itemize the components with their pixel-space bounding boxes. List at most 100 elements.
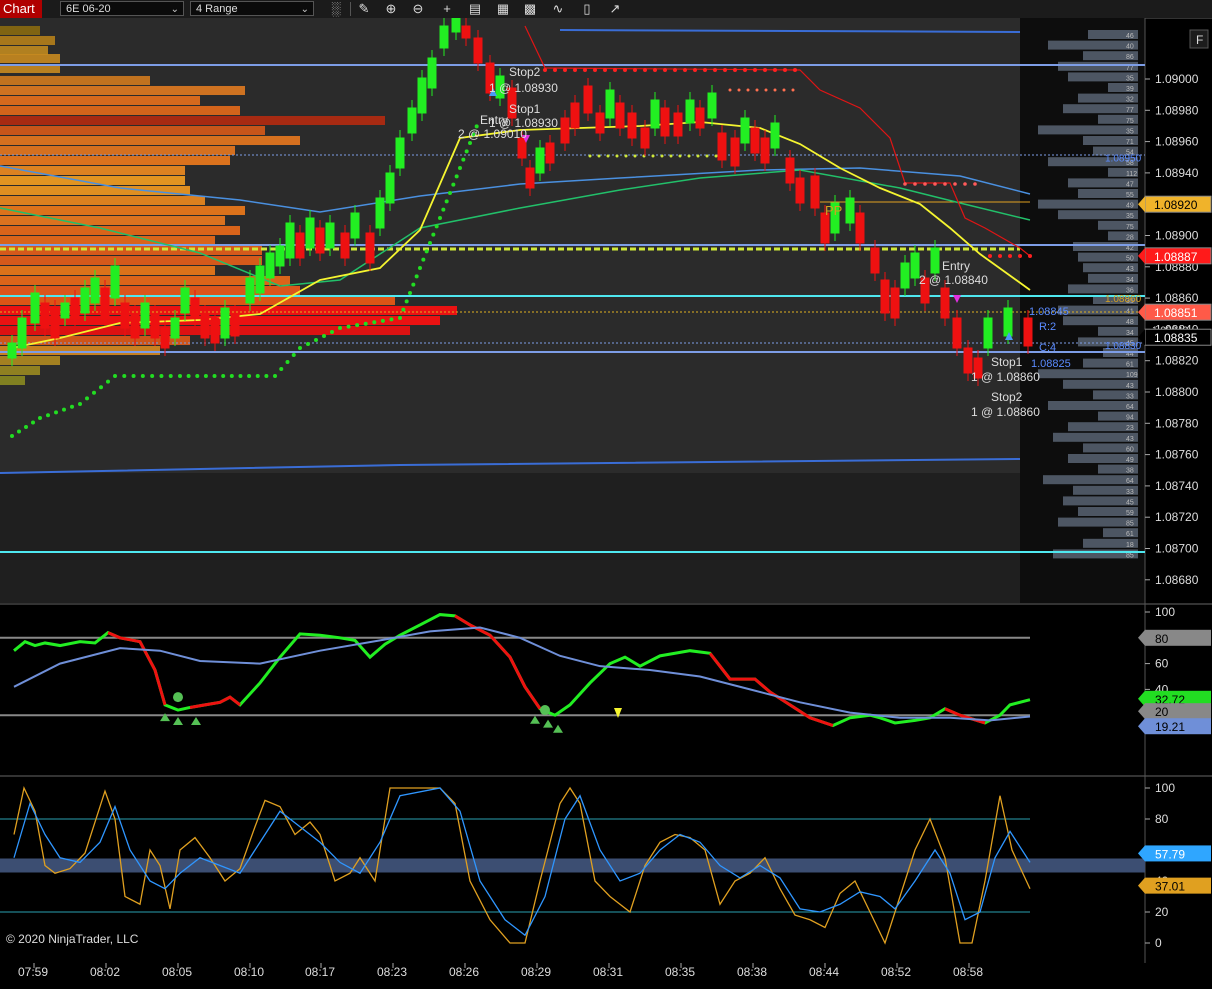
trail-stop-dot	[763, 68, 767, 72]
ladder-bar	[1043, 475, 1138, 485]
trail-stop-dot	[203, 374, 208, 378]
trail-stop-dot	[46, 413, 50, 418]
properties-icon[interactable]: ▦	[493, 0, 513, 18]
trail-stop-dot	[573, 68, 577, 72]
zoom-in-icon[interactable]: ⊕	[381, 0, 401, 18]
price-tick-label: 1.08940	[1155, 166, 1199, 180]
crosshair-icon[interactable]: +	[437, 0, 457, 18]
instrument-selector-value: 6E 06-20	[66, 3, 111, 15]
trail-stop-dot	[255, 374, 260, 378]
profile-bar	[0, 136, 300, 145]
ladder-count: 35	[1126, 75, 1134, 82]
trail-stop-dot	[683, 68, 687, 72]
instrument-selector[interactable]: 6E 06-20 ⌄	[60, 1, 184, 16]
profile-bar	[0, 36, 55, 45]
candle-body	[439, 25, 449, 49]
profile-bar	[0, 54, 60, 63]
chart-canvas[interactable]: 4640867735393277753571545811247554935752…	[0, 18, 1212, 989]
zoom-out-icon[interactable]: ⊖	[408, 0, 428, 18]
profile-bar	[0, 206, 245, 215]
candle-body	[560, 117, 570, 144]
ladder-count: 34	[1126, 330, 1134, 337]
trail-stop-dot	[122, 374, 127, 378]
bar-type-selector[interactable]: 4 Range ⌄	[190, 1, 314, 16]
candle-body	[427, 57, 437, 89]
price-tick-label: 1.08960	[1155, 135, 1199, 149]
stop1-top-title: Stop1	[509, 102, 541, 116]
trail-stop-dot	[973, 182, 977, 186]
band-dot	[773, 88, 777, 92]
ladder-count: 42	[1126, 245, 1134, 252]
candle-body	[80, 287, 90, 314]
candle-body	[417, 77, 427, 114]
ladder-count: 50	[1126, 256, 1134, 263]
candle-body	[230, 312, 240, 337]
candle-body	[200, 312, 210, 339]
order-r-label: R:2	[1039, 321, 1056, 333]
candle-body	[180, 287, 190, 314]
candle-body	[275, 245, 285, 267]
time-tick-label: 08:26	[449, 965, 479, 979]
data-box-icon[interactable]: ▤	[465, 0, 485, 18]
trail-stop-dot	[363, 321, 368, 326]
price-marker-label: 1.08920	[1154, 198, 1198, 212]
stop2-right-title: Stop2	[991, 390, 1023, 404]
trail-stop-dot	[603, 68, 607, 72]
ladder-count: 112	[1126, 171, 1137, 178]
ladder-count: 60	[1126, 446, 1134, 453]
ladder-count: 49	[1126, 203, 1134, 210]
trail-stop-dot	[140, 374, 145, 378]
trail-stop-dot	[10, 434, 14, 438]
trail-stop-dot	[613, 68, 617, 72]
trail-stop-dot	[461, 157, 466, 162]
candle-body	[285, 222, 295, 259]
candle-body	[595, 112, 605, 134]
bar-style-icon[interactable]: ░	[326, 0, 346, 18]
indicators-icon[interactable]: ▩	[520, 0, 540, 18]
share-icon[interactable]: ↗	[605, 0, 625, 18]
ladder-count: 43	[1126, 383, 1134, 390]
candle-body	[210, 317, 220, 344]
trail-stop-dot	[411, 282, 416, 287]
ladder-count: 46	[1126, 33, 1134, 40]
time-tick-label: 08:10	[234, 965, 264, 979]
time-tick-label: 08:52	[881, 965, 911, 979]
candle-body	[535, 147, 545, 174]
band-dot	[737, 88, 741, 92]
ladder-count: 85	[1126, 521, 1134, 528]
trail-stop-dot	[713, 68, 717, 72]
trail-stop-dot	[454, 174, 459, 179]
overlay-price-label: 1.08950	[1105, 153, 1142, 164]
candle-body	[110, 265, 120, 299]
candle-body	[517, 137, 527, 159]
trail-stop-dot	[24, 425, 28, 429]
entry-right-value: 2 @ 1.08840	[919, 273, 988, 287]
time-axis[interactable]: 07:59 08:02 08:05 08:10 08:17 08:23 08:26 08:29…	[18, 963, 983, 979]
trail-stop-dot	[998, 254, 1002, 258]
price-tick-label: 1.08760	[1155, 448, 1199, 462]
candle-body	[810, 175, 820, 209]
candle-body	[30, 292, 40, 324]
candle-body	[140, 302, 150, 329]
ladder-count: 28	[1126, 234, 1134, 241]
trail-stop-dot	[238, 374, 243, 378]
time-tick-label: 08:05	[162, 965, 192, 979]
templates-icon[interactable]: ▯	[577, 0, 597, 18]
trail-stop-dot	[733, 68, 737, 72]
strategies-icon[interactable]: ∿	[548, 0, 568, 18]
trail-stop-dot	[212, 374, 217, 378]
ladder-count: 85	[1126, 552, 1134, 559]
chart-tab[interactable]: Chart	[0, 0, 42, 18]
ladder-count: 59	[1126, 510, 1134, 517]
bar-type-selector-value: 4 Range	[196, 3, 238, 15]
candle-body	[707, 92, 717, 119]
ladder-count: 94	[1126, 415, 1134, 422]
trail-stop-dot	[38, 416, 42, 420]
trail-stop-dot	[159, 374, 164, 378]
band-dot	[714, 154, 718, 158]
price-marker-label: 1.08851	[1154, 306, 1198, 320]
draw-pencil-icon[interactable]: ✎	[354, 0, 374, 18]
trail-stop-dot	[54, 410, 58, 415]
candle-body	[650, 99, 660, 129]
candle-body	[760, 137, 770, 164]
